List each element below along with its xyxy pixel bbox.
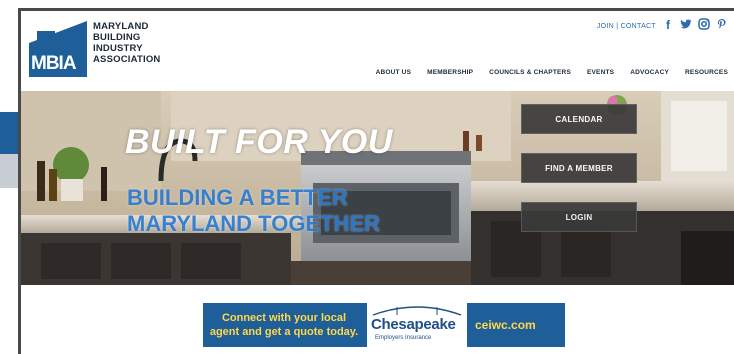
nav-about-us[interactable]: ABOUT US (376, 69, 412, 76)
facebook-icon[interactable]: f (662, 18, 674, 32)
nav-membership[interactable]: MEMBERSHIP (427, 69, 473, 76)
logo-line: BUILDING (93, 32, 141, 43)
bridge-icon (372, 306, 462, 316)
contact-link[interactable]: CONTACT (621, 23, 656, 30)
logo-line: MARYLAND (93, 21, 149, 32)
background-left-band (0, 112, 20, 154)
logo-abbrev: MBIA (31, 53, 77, 74)
logo-wordmark: MARYLAND BUILDING INDUSTRY ASSOCIATION (93, 21, 183, 65)
mbia-logo-mark: MBIA (29, 21, 87, 77)
hero-title: BUILT FOR YOU (125, 123, 393, 161)
link-separator: | (613, 23, 621, 30)
nav-advocacy[interactable]: ADVOCACY (630, 69, 669, 76)
hero-subtitle: BUILDING A BETTER MARYLAND TOGETHER (127, 185, 380, 237)
chesapeake-logo: Chesapeake Employers Insurance (367, 303, 467, 347)
find-a-member-button[interactable]: FIND A MEMBER (521, 153, 637, 183)
mbia-logo[interactable]: MBIA MARYLAND BUILDING INDUSTRY ASSOCIAT… (29, 17, 169, 79)
calendar-button[interactable]: CALENDAR (521, 104, 637, 134)
pinterest-icon[interactable] (716, 18, 728, 32)
join-link[interactable]: JOIN (597, 23, 614, 30)
ad-line: agent and get a quote today. (209, 326, 359, 338)
main-nav: ABOUT US MEMBERSHIP COUNCILS & CHAPTERS … (376, 69, 728, 76)
site-header: MBIA MARYLAND BUILDING INDUSTRY ASSOCIAT… (21, 11, 734, 91)
browser-page: MBIA MARYLAND BUILDING INDUSTRY ASSOCIAT… (18, 8, 734, 354)
ad-line: Connect with your local (221, 312, 347, 324)
ad-brand: Chesapeake (371, 316, 456, 333)
hero-subtitle-line: MARYLAND TOGETHER (127, 211, 380, 236)
ad-message: Connect with your local agent and get a … (203, 303, 365, 347)
twitter-icon[interactable] (680, 18, 692, 32)
nav-resources[interactable]: RESOURCES (685, 69, 728, 76)
hero-subtitle-line: BUILDING A BETTER (127, 185, 348, 210)
top-links: JOIN | CONTACT (597, 23, 656, 30)
logo-line: INDUSTRY (93, 43, 143, 54)
ad-brand-sub: Employers Insurance (375, 335, 432, 341)
ad-url: ceiwc.com (475, 318, 536, 332)
login-button[interactable]: LOGIN (521, 202, 637, 232)
logo-line: ASSOCIATION (93, 54, 161, 65)
social-links: f (662, 18, 728, 32)
hero-banner: BUILT FOR YOU BUILDING A BETTER MARYLAND… (21, 91, 734, 285)
nav-events[interactable]: EVENTS (587, 69, 614, 76)
background-left-lower (0, 154, 20, 188)
background-left (0, 0, 20, 112)
instagram-icon[interactable] (698, 18, 710, 32)
chesapeake-ad-banner[interactable]: Connect with your local agent and get a … (203, 303, 565, 347)
nav-councils-chapters[interactable]: COUNCILS & CHAPTERS (489, 69, 571, 76)
